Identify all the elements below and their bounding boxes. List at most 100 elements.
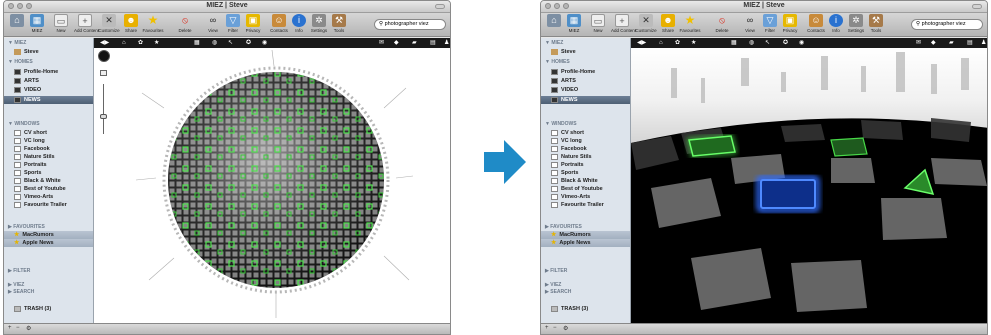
- toolbar-miez[interactable]: ▦ MIEZ: [26, 14, 48, 33]
- search-input[interactable]: ⚲ photographer viez: [374, 19, 446, 30]
- sidebar-window-2[interactable]: Facebook: [14, 145, 93, 153]
- remove-button[interactable]: −: [16, 325, 20, 331]
- grid-icon[interactable]: ▦: [194, 39, 200, 47]
- sidebar-item-arts[interactable]: ARTS: [14, 77, 93, 85]
- sidebar-header-search[interactable]: ▶ SEARCH: [545, 289, 571, 295]
- toolbar-contacts[interactable]: ☺ Contacts: [805, 14, 827, 33]
- toolbar-share[interactable]: ☻ Share: [657, 14, 679, 33]
- sidebar-item-news[interactable]: NEWS: [541, 96, 630, 104]
- sidebar-header-favourites[interactable]: ▶ FAVOURITES: [545, 224, 582, 230]
- folder-icon[interactable]: ▤: [967, 39, 973, 47]
- home-icon[interactable]: ⌂: [122, 39, 126, 47]
- sidebar-window-1[interactable]: VC long: [551, 137, 630, 145]
- sidebar-header-windows[interactable]: ▼ WINDOWS: [8, 121, 40, 127]
- gear-menu-button[interactable]: ⚙: [26, 325, 31, 332]
- toolbar-add-content[interactable]: + Add Content: [74, 14, 99, 33]
- chat-icon[interactable]: ◆: [931, 39, 936, 47]
- sidebar-window-9[interactable]: Favourite Trailer: [551, 201, 630, 209]
- mail-icon[interactable]: ✉: [916, 39, 921, 47]
- toolbar-customize[interactable]: ✕ Customize: [98, 14, 120, 33]
- sidebar-window-4[interactable]: Portraits: [551, 161, 630, 169]
- sidebar-window-6[interactable]: Black & White: [551, 177, 630, 185]
- mail-icon[interactable]: ✉: [379, 39, 384, 47]
- pointer-icon[interactable]: ↖: [228, 39, 233, 47]
- toolbar-new[interactable]: ▭ New: [587, 14, 609, 33]
- toolbar-view[interactable]: ∞ View: [739, 14, 761, 33]
- settings-icon[interactable]: ✿: [138, 39, 143, 47]
- toolbar-miez[interactable]: ▦ MIEZ: [563, 14, 585, 33]
- pointer-icon[interactable]: ↖: [765, 39, 770, 47]
- zoom-slider-knob[interactable]: [100, 114, 107, 119]
- grid-icon[interactable]: ▦: [731, 39, 737, 47]
- sidebar-window-1[interactable]: VC long: [14, 137, 93, 145]
- toolbar-settings[interactable]: ✲ Settings: [845, 14, 867, 33]
- globe-icon[interactable]: ◍: [212, 39, 217, 47]
- sidebar-window-7[interactable]: Best of Youtube: [551, 185, 630, 193]
- sidebar-fav-apple-news[interactable]: ★ Apple News: [541, 239, 630, 247]
- photo-icon[interactable]: ▰: [412, 39, 417, 47]
- sidebar-item-user[interactable]: Steve: [551, 48, 630, 56]
- sidebar-item-video[interactable]: VIDEO: [14, 86, 93, 94]
- toolbar-privacy[interactable]: ▣ Privacy: [242, 14, 264, 33]
- sidebar-window-0[interactable]: CV short: [14, 129, 93, 137]
- folder-icon[interactable]: ▤: [430, 39, 436, 47]
- sidebar-fav-macrumors[interactable]: ★ MacRumors: [541, 231, 630, 239]
- user-icon[interactable]: ♟: [444, 39, 449, 47]
- sidebar-window-8[interactable]: Vimeo-Arts: [14, 193, 93, 201]
- refresh-icon[interactable]: ✪: [783, 39, 788, 47]
- toolbar-contacts[interactable]: ☺ Contacts: [268, 14, 290, 33]
- toolbar-home[interactable]: ⌂: [543, 14, 565, 28]
- zoom-slider-track[interactable]: [103, 84, 104, 134]
- toolbar-favourites[interactable]: ★ Favourites: [679, 14, 701, 34]
- back-forward-icon[interactable]: ◀▶: [100, 39, 109, 47]
- toolbar-info[interactable]: i Info: [288, 14, 310, 33]
- toolbar-delete[interactable]: ⦸ Delete: [711, 14, 733, 33]
- add-button[interactable]: +: [545, 325, 549, 331]
- toolbar-delete[interactable]: ⦸ Delete: [174, 14, 196, 33]
- sidebar-header-viez[interactable]: ▶ VIEZ: [8, 282, 24, 288]
- sidebar-item-trash[interactable]: TRASH (3): [551, 305, 630, 313]
- sidebar-item-profile-home[interactable]: Profile-Home: [14, 68, 93, 76]
- sidebar-header-favourites[interactable]: ▶ FAVOURITES: [8, 224, 45, 230]
- home-icon[interactable]: ⌂: [659, 39, 663, 47]
- sidebar-window-0[interactable]: CV short: [551, 129, 630, 137]
- toolbar-filter[interactable]: ▽ Filter: [222, 14, 244, 33]
- toolbar-privacy[interactable]: ▣ Privacy: [779, 14, 801, 33]
- sidebar-fav-apple-news[interactable]: ★ Apple News: [4, 239, 93, 247]
- toolbar-home[interactable]: ⌂: [6, 14, 28, 28]
- sphere-view[interactable]: [94, 48, 450, 323]
- tile-sphere[interactable]: [134, 48, 414, 323]
- sidebar-window-9[interactable]: Favourite Trailer: [14, 201, 93, 209]
- toolbar-toggle-button[interactable]: [972, 4, 982, 9]
- sidebar-item-trash[interactable]: TRASH (3): [14, 305, 93, 313]
- toolbar-tools[interactable]: ⚒ Tools: [865, 14, 887, 33]
- gear-menu-button[interactable]: ⚙: [563, 325, 568, 332]
- sidebar-window-5[interactable]: Sports: [14, 169, 93, 177]
- toolbar-view[interactable]: ∞ View: [202, 14, 224, 33]
- toolbar-favourites[interactable]: ★ Favourites: [142, 14, 164, 34]
- star-icon[interactable]: ★: [154, 39, 159, 47]
- search-input[interactable]: ⚲ photographer viez: [911, 19, 983, 30]
- toolbar-toggle-button[interactable]: [435, 4, 445, 9]
- sidebar-item-news[interactable]: NEWS: [4, 96, 93, 104]
- refresh-icon[interactable]: ✪: [246, 39, 251, 47]
- toolbar-tools[interactable]: ⚒ Tools: [328, 14, 350, 33]
- sidebar-window-3[interactable]: Nature Stils: [14, 153, 93, 161]
- sidebar-window-8[interactable]: Vimeo-Arts: [551, 193, 630, 201]
- sidebar-fav-macrumors[interactable]: ★ MacRumors: [4, 231, 93, 239]
- add-button[interactable]: +: [8, 325, 12, 331]
- camera-icon[interactable]: ◉: [799, 39, 804, 47]
- toolbar-settings[interactable]: ✲ Settings: [308, 14, 330, 33]
- back-forward-icon[interactable]: ◀▶: [637, 39, 646, 47]
- globe-icon[interactable]: ◍: [749, 39, 754, 47]
- sidebar-window-2[interactable]: Facebook: [551, 145, 630, 153]
- chat-icon[interactable]: ◆: [394, 39, 399, 47]
- toolbar-info[interactable]: i Info: [825, 14, 847, 33]
- remove-button[interactable]: −: [553, 325, 557, 331]
- sidebar-header-windows[interactable]: ▼ WINDOWS: [545, 121, 577, 127]
- camera-icon[interactable]: ◉: [262, 39, 267, 47]
- sidebar-header-homes[interactable]: ▼ HOMES: [545, 59, 570, 65]
- sidebar-header-filter[interactable]: ▶ FILTER: [8, 268, 30, 274]
- settings-icon[interactable]: ✿: [675, 39, 680, 47]
- layout-icon[interactable]: [100, 70, 107, 76]
